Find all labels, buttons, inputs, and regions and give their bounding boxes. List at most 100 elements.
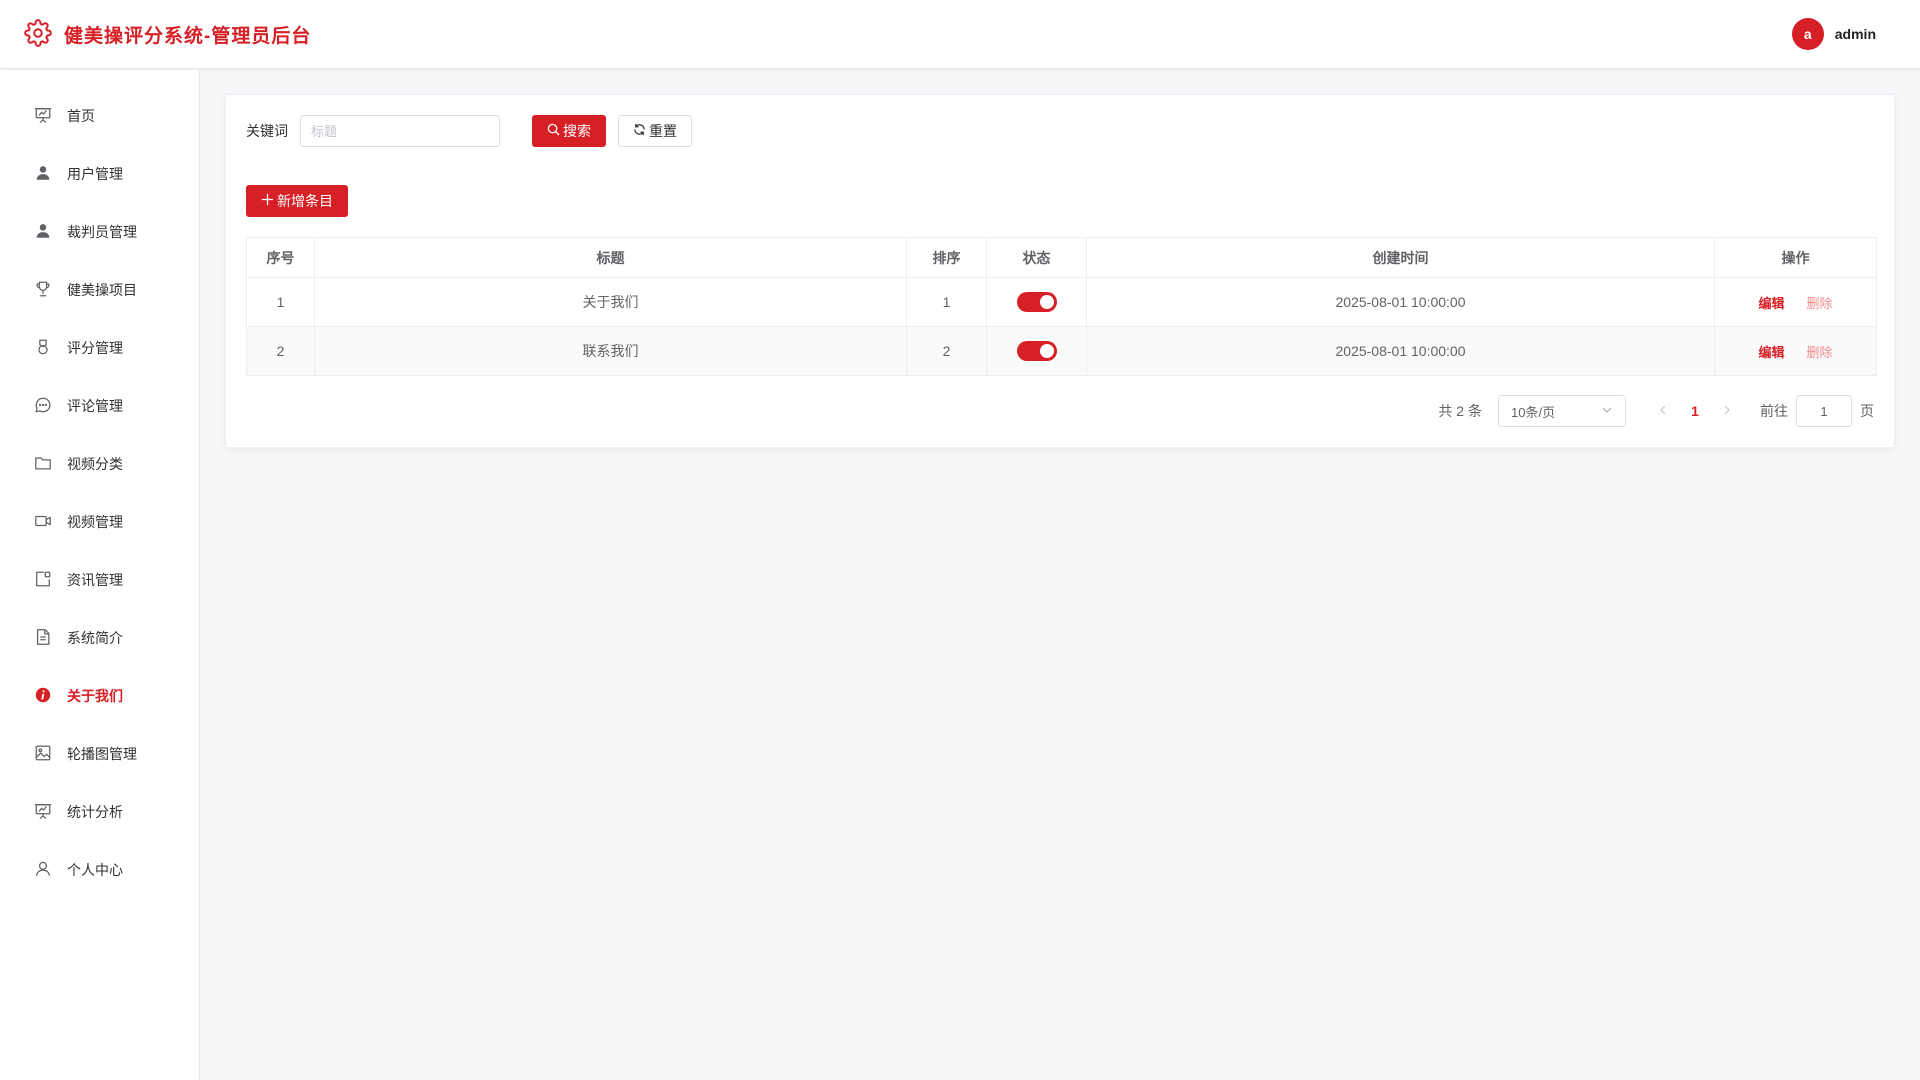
plus-icon: [261, 193, 274, 209]
sidebar-item-users[interactable]: 用户管理: [0, 145, 199, 203]
username[interactable]: admin: [1835, 26, 1876, 42]
folder-icon: [34, 454, 52, 475]
user-outline-icon: [34, 860, 52, 881]
video-camera-icon: [34, 512, 52, 533]
user-filled-icon: [34, 222, 52, 243]
page-size-select[interactable]: 10条/页: [1498, 395, 1626, 427]
sidebar-item-about-us[interactable]: 关于我们: [0, 667, 199, 725]
search-button[interactable]: 搜索: [532, 115, 606, 147]
sidebar-item-label: 个人中心: [67, 862, 123, 878]
sidebar-item-aerobics-projects[interactable]: 健美操项目: [0, 261, 199, 319]
cell-index: 2: [246, 326, 315, 376]
gear-icon: [24, 18, 52, 50]
brand: 健美操评分系统-管理员后台: [24, 18, 312, 50]
content-card: 关键词 搜索 重置 新增条目 序号 标题 排序: [225, 94, 1895, 448]
add-entry-label: 新增条目: [277, 193, 333, 209]
top-header: 健美操评分系统-管理员后台 a admin: [0, 0, 1920, 69]
keyword-input[interactable]: [300, 115, 500, 147]
sidebar-item-comments[interactable]: 评论管理: [0, 377, 199, 435]
chevron-left-icon: [1657, 403, 1669, 419]
delete-button[interactable]: 删除: [1806, 345, 1832, 360]
cell-actions: 编辑 删除: [1714, 277, 1877, 327]
edit-button[interactable]: 编辑: [1759, 345, 1785, 360]
search-icon: [547, 123, 560, 139]
sidebar: 首页 用户管理 裁判员管理 健美操项目 评分管理 评论管理 视频分类 视频管理 …: [0, 70, 200, 1080]
page-unit-label: 页: [1860, 403, 1874, 419]
sidebar-item-profile[interactable]: 个人中心: [0, 841, 199, 899]
cell-index: 1: [246, 277, 315, 327]
pagination-total: 共 2 条: [1438, 403, 1482, 419]
sidebar-item-label: 系统简介: [67, 630, 123, 646]
next-page-button[interactable]: [1714, 397, 1740, 425]
edit-button[interactable]: 编辑: [1759, 296, 1785, 311]
table-row: 1 关于我们 1 2025-08-01 10:00:00 编辑 删除: [246, 277, 1877, 327]
sidebar-item-home[interactable]: 首页: [0, 87, 199, 145]
picture-icon: [34, 744, 52, 765]
user-menu[interactable]: a admin: [1791, 18, 1876, 50]
sidebar-item-label: 健美操项目: [67, 282, 137, 298]
sidebar-item-label: 首页: [67, 108, 95, 124]
status-toggle[interactable]: [1016, 341, 1057, 361]
sidebar-item-label: 视频管理: [67, 514, 123, 530]
sidebar-item-label: 轮播图管理: [67, 746, 137, 762]
page-size-value: 10条/页: [1511, 404, 1556, 420]
reset-button[interactable]: 重置: [618, 115, 692, 147]
app-title: 健美操评分系统-管理员后台: [64, 25, 312, 47]
document-icon: [34, 628, 52, 649]
sidebar-item-statistics[interactable]: 统计分析: [0, 783, 199, 841]
goto-label: 前往: [1760, 403, 1788, 419]
sidebar-item-label: 视频分类: [67, 456, 123, 472]
column-header-sort: 排序: [906, 237, 987, 278]
info-filled-icon: [34, 686, 52, 707]
column-header-title: 标题: [314, 237, 907, 278]
cell-sort: 2: [906, 326, 987, 376]
sidebar-item-carousel[interactable]: 轮播图管理: [0, 725, 199, 783]
keyword-label: 关键词: [246, 123, 288, 139]
search-button-label: 搜索: [563, 123, 591, 139]
cell-actions: 编辑 删除: [1714, 326, 1877, 376]
table-header-row: 序号 标题 排序 状态 创建时间 操作: [246, 237, 1877, 278]
cell-title: 联系我们: [314, 326, 907, 376]
data-table: 序号 标题 排序 状态 创建时间 操作 1 关于我们 1 2025-08-01 …: [246, 237, 1877, 376]
sidebar-item-label: 资讯管理: [67, 572, 123, 588]
chevron-down-icon: [1601, 404, 1613, 419]
sidebar-item-news[interactable]: 资讯管理: [0, 551, 199, 609]
column-header-actions: 操作: [1714, 237, 1877, 278]
user-filled-icon: [34, 164, 52, 185]
sidebar-item-scoring[interactable]: 评分管理: [0, 319, 199, 377]
refresh-icon: [633, 123, 646, 139]
cell-created: 2025-08-01 10:00:00: [1086, 326, 1715, 376]
delete-button[interactable]: 删除: [1806, 296, 1832, 311]
sidebar-item-label: 关于我们: [67, 688, 123, 704]
status-toggle[interactable]: [1016, 292, 1057, 312]
sidebar-item-label: 评论管理: [67, 398, 123, 414]
sidebar-item-label: 用户管理: [67, 166, 123, 182]
sidebar-item-label: 裁判员管理: [67, 224, 137, 240]
reset-button-label: 重置: [649, 123, 677, 139]
cell-sort: 1: [906, 277, 987, 327]
sidebar-item-video-categories[interactable]: 视频分类: [0, 435, 199, 493]
trophy-icon: [34, 280, 52, 301]
cell-created: 2025-08-01 10:00:00: [1086, 277, 1715, 327]
chevron-right-icon: [1721, 403, 1733, 419]
sidebar-item-system-intro[interactable]: 系统简介: [0, 609, 199, 667]
search-bar: 关键词 搜索 重置: [246, 115, 692, 147]
pagination: 共 2 条 10条/页 1 前往 页: [1438, 395, 1874, 427]
prev-page-button[interactable]: [1650, 397, 1676, 425]
sidebar-item-label: 统计分析: [67, 804, 123, 820]
column-header-created: 创建时间: [1086, 237, 1715, 278]
avatar[interactable]: a: [1791, 18, 1824, 50]
news-icon: [34, 570, 52, 591]
add-entry-button[interactable]: 新增条目: [246, 185, 348, 217]
table-row: 2 联系我们 2 2025-08-01 10:00:00 编辑 删除: [246, 326, 1877, 376]
page-number[interactable]: 1: [1676, 397, 1714, 425]
presentation-chart-icon: [34, 802, 52, 823]
column-header-index: 序号: [246, 237, 315, 278]
sidebar-item-referees[interactable]: 裁判员管理: [0, 203, 199, 261]
presentation-chart-icon: [34, 106, 52, 127]
cell-title: 关于我们: [314, 277, 907, 327]
goto-page-input[interactable]: [1796, 395, 1852, 427]
cell-status: [986, 326, 1087, 376]
sidebar-item-videos[interactable]: 视频管理: [0, 493, 199, 551]
chat-bubble-icon: [34, 396, 52, 417]
